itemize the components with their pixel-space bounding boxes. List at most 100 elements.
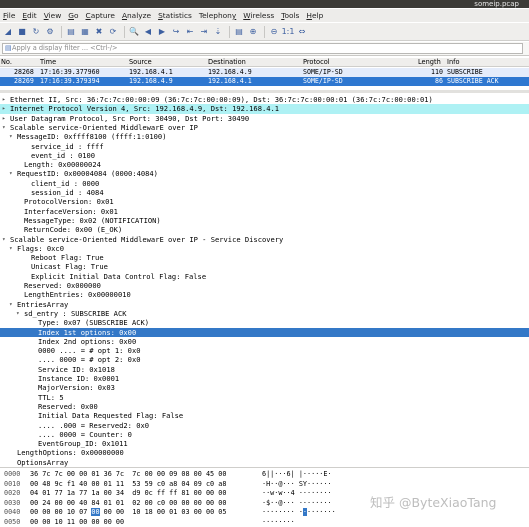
menu-wireless[interactable]: Wireless [240,9,278,22]
go-to-packet-icon[interactable]: ↪ [170,26,182,38]
collapse-arrow-icon[interactable]: ▾ [2,123,6,132]
normal-size-icon[interactable]: 1:1 [282,26,294,38]
hex-row[interactable]: 000036 7c 7c 00 00 01 36 7c 7c 00 00 09 … [0,470,529,480]
menu-tools[interactable]: Tools [278,9,303,22]
collapse-arrow-icon[interactable]: ▾ [9,169,13,178]
autoscroll-icon[interactable]: ⇣ [212,26,224,38]
detail-row[interactable]: Explicit Initial Data Control Flag: Fals… [0,272,529,281]
detail-row[interactable]: Type: 0x07 (SUBSCRIBE ACK) [0,318,529,327]
detail-row[interactable]: Index 2nd options: 0x00 [0,337,529,346]
menu-capture[interactable]: Capture [83,9,119,22]
collapse-arrow-icon[interactable]: ▾ [16,309,20,318]
collapse-arrow-icon[interactable]: ▾ [9,132,13,141]
display-filter-input[interactable]: ▤ Apply a display filter ... <Ctrl-/> [2,43,523,54]
detail-row[interactable]: 0000 .... = # opt 1: 0x0 [0,346,529,355]
menu-file[interactable]: File [0,9,19,22]
detail-row[interactable]: LengthOptions: 0x00000000 [0,448,529,457]
detail-row[interactable]: client_id : 0000 [0,179,529,188]
detail-row[interactable]: ▾Flags: 0xc0 [0,244,529,253]
detail-row[interactable]: ▾MessageID: 0xffff8100 (ffff:1:0100) [0,132,529,141]
detail-row[interactable]: .... 0000 = # opt 2: 0x0 [0,355,529,364]
column-info[interactable]: Info [447,58,459,66]
detail-row[interactable]: Reboot Flag: True [0,253,529,262]
first-packet-icon[interactable]: ⇤ [184,26,196,38]
hex-bytes[interactable]: 00 00 00 10 07 00 00 00 10 18 00 01 03 0… [30,508,226,518]
detail-row[interactable]: Instance ID: 0x0001 [0,374,529,383]
shark-fin-start-icon[interactable]: ◢ [2,26,14,38]
selected-byte[interactable]: 00 [91,508,99,516]
detail-row[interactable]: ▾Scalable service-Oriented MiddlewarE ov… [0,235,529,244]
detail-row[interactable]: ProtocolVersion: 0x01 [0,197,529,206]
detail-row[interactable]: ▾sd_entry : SUBSCRIBE ACK [0,309,529,318]
ascii-bytes[interactable]: ·H··@··· SY······ [262,480,332,490]
detail-row[interactable]: session_id : 4084 [0,188,529,197]
packet-row[interactable]: 28268 17:16:39.377960 192.168.4.1 192.16… [0,68,529,77]
last-packet-icon[interactable]: ⇥ [198,26,210,38]
detail-row[interactable]: ▸Internet Protocol Version 4, Src: 192.1… [0,104,529,113]
detail-row[interactable]: .... .000 = Reserved2: 0x0 [0,421,529,430]
hex-row[interactable]: 001000 48 9c f1 40 00 01 11 53 59 c0 a8 … [0,480,529,490]
find-packet-icon[interactable]: 🔍 [128,26,140,38]
detail-row[interactable]: LengthEntries: 0x00000010 [0,290,529,299]
detail-row[interactable]: ▸User Datagram Protocol, Src Port: 30490… [0,114,529,123]
filter-bookmark-icon[interactable]: ▤ [5,44,12,53]
selected-ascii[interactable]: · [303,508,307,516]
reload-icon[interactable]: ⟳ [107,26,119,38]
restart-capture-icon[interactable]: ↻ [30,26,42,38]
expand-arrow-icon[interactable]: ▸ [2,104,6,113]
resize-columns-icon[interactable]: ⇔ [296,26,308,38]
column-no[interactable]: No. [1,58,12,66]
detail-row[interactable]: InterfaceVersion: 0x01 [0,207,529,216]
collapse-arrow-icon[interactable]: ▾ [2,235,6,244]
hex-bytes[interactable]: 00 48 9c f1 40 00 01 11 53 59 c0 a8 04 0… [30,480,226,490]
menu-telephony[interactable]: Telephony [196,9,240,22]
detail-row[interactable]: TTL: 5 [0,393,529,402]
save-file-icon[interactable]: ▦ [79,26,91,38]
menu-analyze[interactable]: Analyze [119,9,155,22]
expand-arrow-icon[interactable]: ▸ [2,95,6,104]
menu-statistics[interactable]: Statistics [155,9,196,22]
detail-row[interactable]: ▾RequestID: 0x00004084 (0000:4084) [0,169,529,178]
detail-row[interactable]: .... 0000 = Counter: 0 [0,430,529,439]
detail-row[interactable]: service_id : ffff [0,142,529,151]
detail-row[interactable]: Service ID: 0x1018 [0,365,529,374]
menu-help[interactable]: Help [303,9,327,22]
go-back-icon[interactable]: ◀ [142,26,154,38]
detail-row[interactable]: OptionsArray [0,458,529,467]
detail-row[interactable]: ▾Scalable service-Oriented MiddlewarE ov… [0,123,529,132]
collapse-arrow-icon[interactable]: ▾ [9,300,13,309]
column-destination[interactable]: Destination [208,58,246,66]
detail-row[interactable]: Initial Data Requested Flag: False [0,411,529,420]
ascii-bytes[interactable]: ········ ········· [262,508,336,518]
hex-bytes[interactable]: 04 01 77 1a 77 1a 00 34 d9 0c ff ff 81 0… [30,489,226,499]
colorize-icon[interactable]: ▤ [233,26,245,38]
collapse-arrow-icon[interactable]: ▾ [9,244,13,253]
detail-row[interactable]: MajorVersion: 0x03 [0,383,529,392]
menu-view[interactable]: View [41,9,66,22]
detail-row[interactable]: EventGroup_ID: 0x1011 [0,439,529,448]
column-source[interactable]: Source [129,58,152,66]
pane-splitter[interactable] [0,90,529,93]
column-protocol[interactable]: Protocol [303,58,330,66]
detail-row[interactable]: Index 1st options: 0x00 [0,328,529,337]
close-file-icon[interactable]: ✖ [93,26,105,38]
detail-row[interactable]: event_id : 0100 [0,151,529,160]
detail-row[interactable]: Reserved: 0x00 [0,402,529,411]
capture-options-icon[interactable]: ⚙ [44,26,56,38]
menu-edit[interactable]: Edit [19,9,40,22]
menu-go[interactable]: Go [65,9,82,22]
zoom-out-icon[interactable]: ⊖ [268,26,280,38]
open-file-icon[interactable]: ▤ [65,26,77,38]
column-length[interactable]: Length [418,58,441,66]
column-time[interactable]: Time [40,58,56,66]
ascii-bytes[interactable]: 6||···6| |·····E· [262,470,332,480]
hex-bytes[interactable]: 36 7c 7c 00 00 01 36 7c 7c 00 00 09 08 0… [30,470,226,480]
ascii-bytes[interactable]: ·$··@··· ········ [262,499,332,509]
stop-capture-icon[interactable]: ■ [16,26,28,38]
detail-row[interactable]: MessageType: 0x02 (NOTIFICATION) [0,216,529,225]
detail-row[interactable]: Unicast Flag: True [0,262,529,271]
packet-row-selected[interactable]: 28269 17:16:39.379394 192.168.4.9 192.16… [0,77,529,86]
zoom-in-icon[interactable]: ⊕ [247,26,259,38]
expand-arrow-icon[interactable]: ▸ [2,114,6,123]
hex-bytes[interactable]: 00 24 00 00 40 84 01 01 02 00 c0 00 00 0… [30,499,226,509]
